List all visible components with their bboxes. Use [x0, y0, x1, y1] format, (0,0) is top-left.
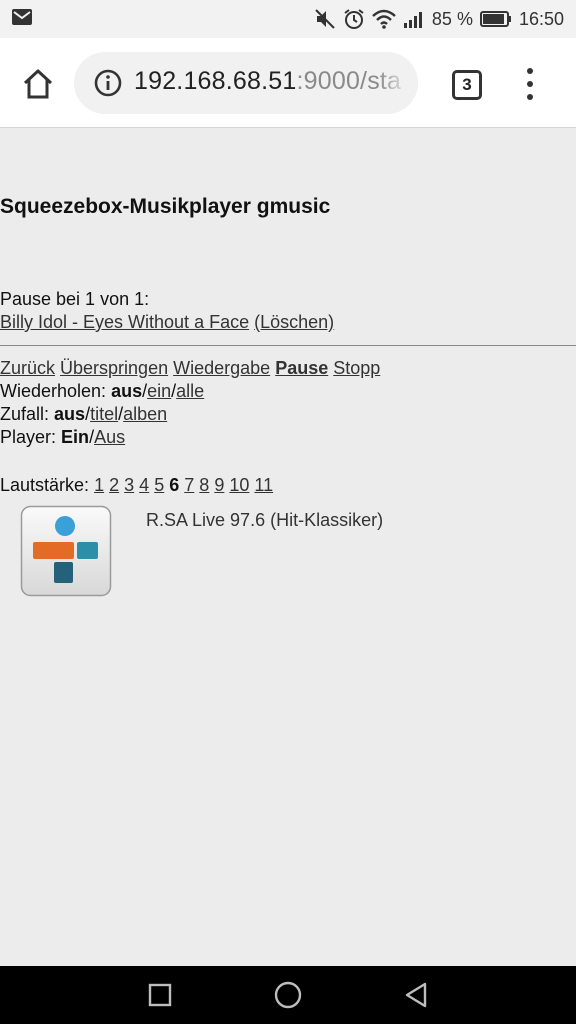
wifi-icon — [372, 9, 396, 29]
shuffle-row: Zufall: aus/titel/alben — [0, 404, 168, 424]
stop-link[interactable]: Stopp — [333, 358, 380, 378]
volume-10[interactable]: 10 — [229, 475, 249, 495]
back-triangle-icon — [405, 982, 427, 1008]
repeat-off: aus — [111, 381, 143, 401]
volume-8[interactable]: 8 — [199, 475, 209, 495]
home-button[interactable] — [18, 64, 58, 104]
clock: 16:50 — [518, 8, 564, 29]
battery-icon — [479, 11, 511, 27]
player-controls: Zurück Überspringen Wiedergabe Pause Sto… — [0, 357, 380, 449]
home-circle-icon — [274, 981, 302, 1009]
volume-current: 6 — [169, 475, 180, 495]
skip-link[interactable]: Überspringen — [60, 358, 168, 378]
volume-7[interactable]: 7 — [184, 475, 194, 495]
back-nav-button[interactable] — [400, 978, 434, 1012]
tab-switcher-button[interactable]: 3 — [452, 70, 482, 100]
player-on: Ein — [61, 427, 90, 447]
station-name: R.SA Live 97.6 (Hit-Klassiker) — [146, 510, 384, 530]
browser-toolbar: 192.168.68.51:9000/sta 3 — [0, 38, 576, 128]
volume-11[interactable]: 11 — [254, 475, 273, 495]
volume-3[interactable]: 3 — [124, 475, 134, 495]
url-text: 192.168.68.51:9000/sta — [134, 67, 401, 96]
repeat-all-link[interactable]: alle — [176, 381, 204, 401]
recents-icon — [148, 983, 172, 1007]
info-icon[interactable] — [94, 69, 122, 97]
url-host: 192.168.68.51 — [134, 67, 297, 95]
recents-button[interactable] — [143, 978, 177, 1012]
mute-icon — [315, 9, 335, 29]
volume-4[interactable]: 4 — [139, 475, 149, 495]
alarm-icon — [344, 9, 364, 29]
volume-row: Lautstärke: 1 2 3 4 5 6 7 8 9 10 11 — [0, 474, 273, 497]
shuffle-off: aus — [54, 404, 86, 424]
now-playing: Pause bei 1 von 1: Billy Idol - Eyes Wit… — [0, 288, 334, 334]
dot — [527, 94, 533, 100]
repeat-row: Wiederholen: aus/ein/alle — [0, 381, 205, 401]
volume-2[interactable]: 2 — [109, 475, 119, 495]
home-icon — [23, 69, 53, 99]
delete-link[interactable]: (Löschen) — [254, 312, 334, 332]
battery-percent: 85 % — [431, 8, 473, 29]
shuffle-albums-link[interactable]: alben — [123, 404, 167, 424]
page-title: Squeezebox-Musikplayer gmusic — [0, 195, 331, 218]
status-line: Pause bei 1 von 1: — [0, 289, 150, 309]
volume-1[interactable]: 1 — [94, 475, 104, 495]
repeat-label: Wiederholen: — [0, 381, 107, 401]
pause-link[interactable]: Pause — [275, 358, 328, 378]
repeat-one-link[interactable]: ein — [147, 381, 171, 401]
shuffle-label: Zufall: — [0, 404, 50, 424]
track-link[interactable]: Billy Idol - Eyes Without a Face — [0, 312, 249, 332]
volume-5[interactable]: 5 — [154, 475, 164, 495]
overflow-menu-button[interactable] — [520, 66, 540, 102]
signal-icon — [403, 12, 422, 28]
play-link[interactable]: Wiedergabe — [173, 358, 270, 378]
player-label: Player: — [0, 427, 57, 447]
dot — [527, 68, 533, 74]
back-link[interactable]: Zurück — [0, 358, 55, 378]
system-nav-bar — [0, 966, 576, 1024]
page-content: Squeezebox-Musikplayer gmusic Pause bei … — [0, 128, 576, 966]
shuffle-title-link[interactable]: titel — [90, 404, 118, 424]
dot — [527, 81, 533, 87]
transport-controls: Zurück Überspringen Wiedergabe Pause Sto… — [0, 357, 380, 380]
player-row: Player: Ein/Aus — [0, 427, 126, 447]
volume-9[interactable]: 9 — [214, 475, 224, 495]
status-bar: 85 % 16:50 — [0, 0, 576, 38]
player-off-link[interactable]: Aus — [94, 427, 125, 447]
home-nav-button[interactable] — [271, 978, 305, 1012]
tunein-logo-icon — [20, 505, 112, 597]
mail-icon — [12, 9, 32, 25]
divider — [0, 345, 576, 346]
volume-label: Lautstärke: — [0, 475, 90, 495]
address-bar[interactable]: 192.168.68.51:9000/sta — [74, 52, 418, 114]
